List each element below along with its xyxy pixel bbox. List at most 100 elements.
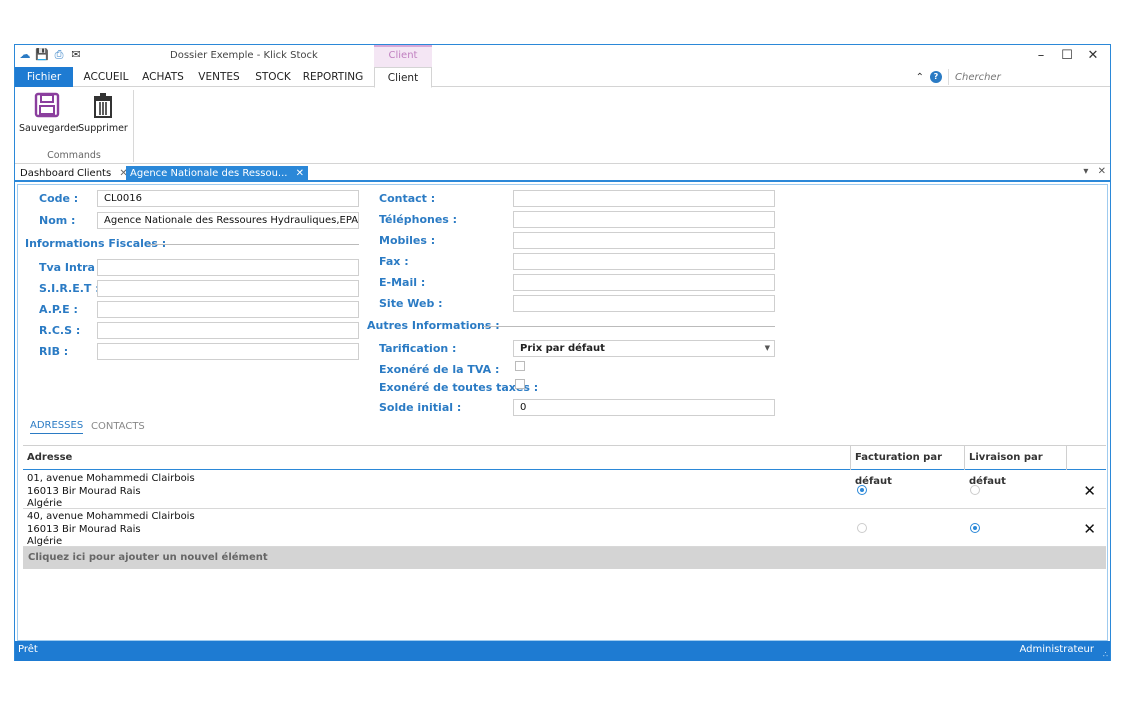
fax-field[interactable]: [513, 253, 775, 270]
exo-tva-checkbox[interactable]: [515, 361, 525, 371]
ribbon-panel: Sauvegarder Supprimer Commands: [15, 88, 1110, 164]
minimize-icon[interactable]: –: [1028, 48, 1054, 63]
resize-grip-icon[interactable]: ∴: [1103, 650, 1108, 659]
address-line: 16013 Bir Mourad Rais: [27, 485, 141, 497]
telephones-label: Téléphones :: [379, 213, 458, 226]
doc-tab-label: Dashboard: [20, 168, 75, 179]
table-row[interactable]: 01, avenue Mohammedi Clairbois 16013 Bir…: [23, 471, 1106, 509]
email-label: E-Mail :: [379, 276, 426, 289]
tab-achats[interactable]: ACHATS: [139, 67, 187, 87]
tab-accueil[interactable]: ACCUEIL: [79, 67, 133, 87]
window-controls: – ☐ ✕: [1028, 48, 1106, 63]
floppy-disk-icon: [34, 92, 60, 118]
table-row[interactable]: 40, avenue Mohammedi Clairbois 16013 Bir…: [23, 509, 1106, 547]
doc-tab-label: Agence Nationale des Ressou...: [130, 168, 288, 179]
dropdown-arrow-icon: ▼: [764, 344, 770, 352]
telephones-field[interactable]: [513, 211, 775, 228]
maximize-icon[interactable]: ☐: [1054, 48, 1080, 63]
app-window: ☁ 💾 ⎙ ✉ Dossier Exemple - Klick Stock Cl…: [14, 44, 1111, 661]
address-cell: 40, avenue Mohammedi Clairbois 16013 Bir…: [27, 511, 195, 549]
tva-intra-field[interactable]: [97, 259, 359, 276]
rib-label: RIB :: [39, 345, 69, 358]
column-facturation[interactable]: Facturation par défaut: [851, 446, 965, 487]
trash-icon: [94, 93, 112, 118]
nom-label: Nom :: [39, 214, 76, 227]
tva-intra-label: Tva Intra :: [39, 261, 104, 274]
subtab-adresses[interactable]: ADRESSES: [30, 420, 84, 434]
collapse-ribbon-icon[interactable]: ⌃: [916, 72, 924, 83]
tab-stock[interactable]: STOCK: [251, 67, 295, 87]
address-cell: 01, avenue Mohammedi Clairbois 16013 Bir…: [27, 473, 195, 511]
delete-row-icon[interactable]: ✕: [1083, 482, 1096, 500]
save-button[interactable]: Sauvegarder: [19, 91, 80, 134]
document-tabs: Dashboard Clients ✕ Agence Nationale des…: [15, 165, 1110, 182]
contact-field[interactable]: [513, 190, 775, 207]
title-bar: ☁ 💾 ⎙ ✉ Dossier Exemple - Klick Stock Cl…: [15, 45, 1110, 67]
doc-tab-label: Clients: [77, 168, 112, 179]
tab-list-icon[interactable]: ▾: [1083, 166, 1088, 177]
exo-taxes-checkbox[interactable]: [515, 379, 525, 389]
help-icon[interactable]: ?: [930, 71, 942, 83]
delete-row-icon[interactable]: ✕: [1083, 520, 1096, 538]
billing-default-radio[interactable]: [857, 523, 867, 533]
other-info-section-header: Autres Informations :: [367, 319, 500, 332]
doc-tab-client-detail[interactable]: Agence Nationale des Ressou... ✕: [126, 166, 309, 181]
close-tab-icon[interactable]: ✕: [296, 168, 304, 179]
client-form: Code : CL0016 Nom : Agence Nationale des…: [17, 184, 1108, 641]
ape-field[interactable]: [97, 301, 359, 318]
code-label: Code :: [39, 192, 79, 205]
delivery-default-radio[interactable]: [970, 523, 980, 533]
billing-default-radio[interactable]: [857, 485, 867, 495]
tab-client[interactable]: Client: [374, 67, 432, 88]
section-divider: [483, 326, 775, 327]
doc-tab-dashboard[interactable]: Dashboard: [16, 166, 78, 181]
search-input[interactable]: [948, 69, 1106, 85]
subtab-contacts[interactable]: CONTACTS: [91, 421, 145, 432]
ape-label: A.P.E :: [39, 303, 78, 316]
ribbon-group-label: Commands: [47, 150, 101, 161]
fiscal-section-header: Informations Fiscales :: [25, 237, 167, 250]
window-title: Dossier Exemple - Klick Stock: [170, 50, 318, 61]
add-row-button[interactable]: Cliquez ici pour ajouter un nouvel éléme…: [23, 547, 1106, 569]
rcs-label: R.C.S :: [39, 324, 81, 337]
delete-button[interactable]: Supprimer: [75, 91, 131, 134]
contact-label: Contact :: [379, 192, 436, 205]
tarification-select[interactable]: Prix par défaut ▼: [513, 340, 775, 357]
code-field[interactable]: CL0016: [97, 190, 359, 207]
mobiles-field[interactable]: [513, 232, 775, 249]
tarification-label: Tarification :: [379, 342, 457, 355]
address-line: 01, avenue Mohammedi Clairbois: [27, 473, 195, 484]
rcs-field[interactable]: [97, 322, 359, 339]
solde-initial-field[interactable]: 0: [513, 399, 775, 416]
save-label: Sauvegarder: [19, 123, 80, 134]
close-icon[interactable]: ✕: [1080, 48, 1106, 63]
tab-ventes[interactable]: VENTES: [195, 67, 243, 87]
exo-tva-label: Exonéré de la TVA :: [379, 363, 500, 376]
tab-reporting[interactable]: REPORTING: [301, 67, 365, 87]
site-web-label: Site Web :: [379, 297, 443, 310]
ribbon-separator: [133, 90, 134, 162]
email-field[interactable]: [513, 274, 775, 291]
site-web-field[interactable]: [513, 295, 775, 312]
save-icon[interactable]: 💾: [35, 48, 49, 62]
address-line: 40, avenue Mohammedi Clairbois: [27, 511, 195, 522]
tab-fichier[interactable]: Fichier: [15, 67, 73, 87]
delivery-default-radio[interactable]: [970, 485, 980, 495]
rib-field[interactable]: [97, 343, 359, 360]
print-icon[interactable]: ⎙: [52, 48, 66, 62]
status-text: Prêt: [18, 644, 38, 655]
address-line: 16013 Bir Mourad Rais: [27, 523, 141, 535]
current-user: Administrateur: [1019, 644, 1094, 655]
search-area: ⌃ ?: [916, 69, 1106, 85]
app-logo-icon: ☁: [19, 48, 31, 61]
mail-icon[interactable]: ✉: [69, 48, 83, 62]
column-livraison[interactable]: Livraison par défaut: [965, 446, 1067, 487]
column-adresse[interactable]: Adresse: [23, 446, 851, 470]
tarification-value: Prix par défaut: [520, 343, 605, 354]
close-document-icon[interactable]: ✕: [1098, 166, 1106, 177]
siret-field[interactable]: [97, 280, 359, 297]
nom-field[interactable]: Agence Nationale des Ressoures Hydrauliq…: [97, 212, 359, 229]
siret-label: S.I.R.E.T :: [39, 282, 100, 295]
doc-tab-clients[interactable]: Clients ✕: [73, 166, 132, 181]
section-divider: [148, 244, 359, 245]
